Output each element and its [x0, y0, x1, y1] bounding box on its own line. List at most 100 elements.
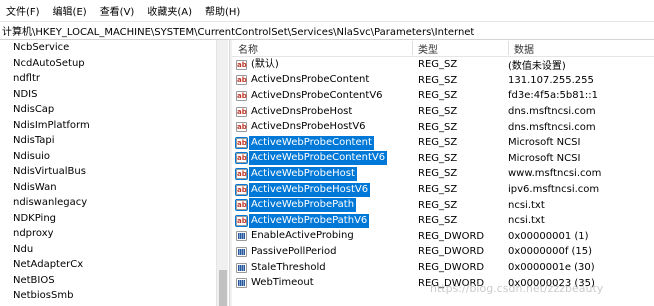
tree-item[interactable]: NdisCap — [0, 102, 216, 118]
value-type: REG_SZ — [418, 168, 458, 180]
value-name: ActiveDnsProbeContentV6 — [251, 89, 383, 101]
string-value-icon: ab — [235, 152, 248, 165]
value-data: dns.msftncsi.com — [508, 121, 596, 133]
menu-help[interactable]: 帮助(H) — [205, 3, 240, 18]
value-name-cell: ab (默认) — [232, 58, 412, 72]
value-type: REG_SZ — [418, 106, 458, 118]
value-type: REG_SZ — [418, 152, 458, 164]
string-value-icon: ab — [235, 214, 248, 227]
value-name-cell: ab ActiveDnsProbeHostV6 — [232, 120, 412, 134]
string-value-icon: ab — [235, 183, 248, 196]
value-name: ActiveWebProbeContentV6 — [249, 151, 388, 166]
value-type: REG_SZ — [418, 121, 458, 133]
tree-item[interactable]: ndproxy — [0, 226, 216, 242]
menu-view[interactable]: 查看(V) — [100, 3, 135, 18]
value-name-cell: ab ActiveDnsProbeContent — [232, 73, 412, 87]
key-tree-pane: NcbService NcdAutoSetup ndfltr NDIS NdisCap N… — [0, 40, 229, 306]
value-name-cell: PassivePollPeriod — [232, 245, 412, 259]
value-row[interactable]: StaleThreshold REG_DWORD 0x0000001e (30) — [232, 260, 654, 276]
address-bar[interactable]: 计算机\HKEY_LOCAL_MACHINE\SYSTEM\CurrentCon… — [0, 21, 654, 40]
column-divider[interactable] — [508, 41, 509, 55]
value-row[interactable]: ab ActiveDnsProbeContent REG_SZ 131.107.255… — [232, 73, 654, 89]
values-rows: ab (默认) REG_SZ (数值未设置) ab ActiveDnsProbeConte… — [232, 57, 654, 291]
string-value-icon: ab — [235, 167, 248, 180]
menu-edit[interactable]: 编辑(E) — [53, 3, 87, 18]
value-row[interactable]: ab ActiveDnsProbeHost REG_SZ dns.msftncsi.c… — [232, 104, 654, 120]
value-row[interactable]: PassivePollPeriod REG_DWORD 0x0000000f (15… — [232, 244, 654, 260]
value-name-cell: ab ActiveDnsProbeContentV6 — [232, 89, 412, 103]
value-row[interactable]: ab ActiveWebProbeHostV6 REG_SZ ipv6.msftncs… — [232, 182, 654, 198]
value-name: ActiveWebProbePathV6 — [249, 213, 370, 228]
tree-vertical-scrollbar[interactable] — [216, 40, 228, 306]
value-data: dns.msftncsi.com — [508, 106, 596, 118]
value-name: ActiveWebProbeHost — [249, 166, 357, 181]
tree-item[interactable]: ndfltr — [0, 71, 216, 87]
value-row[interactable]: ab ActiveDnsProbeHostV6 REG_SZ dns.msftncsi… — [232, 119, 654, 135]
column-header-name[interactable]: 名称 — [232, 41, 412, 56]
value-name: WebTimeout — [251, 277, 314, 289]
tree-item[interactable]: Ndu — [0, 242, 216, 258]
value-name-cell: WebTimeout — [232, 276, 412, 290]
value-type: REG_SZ — [418, 137, 458, 149]
tree-item[interactable]: ndiswanlegacy — [0, 195, 216, 211]
column-header-data[interactable]: 数据 — [514, 41, 654, 56]
value-name-cell: StaleThreshold — [232, 261, 412, 275]
tree-item[interactable]: NdisWan — [0, 180, 216, 196]
value-name: PassivePollPeriod — [251, 245, 337, 257]
value-name: EnableActiveProbing — [251, 230, 354, 242]
menu-file[interactable]: 文件(F) — [6, 3, 40, 18]
value-data: 131.107.255.255 — [508, 74, 594, 86]
value-data: (数值未设置) — [508, 61, 566, 73]
value-type: REG_DWORD — [418, 230, 485, 242]
value-name-cell: ab ActiveDnsProbeHost — [232, 105, 412, 119]
value-row[interactable]: ab (默认) REG_SZ (数值未设置) — [232, 57, 654, 73]
key-tree: NcbService NcdAutoSetup ndfltr NDIS NdisCap N… — [0, 40, 216, 306]
value-type: REG_SZ — [418, 59, 458, 71]
value-name: (默认) — [251, 58, 279, 70]
value-row[interactable]: ab ActiveWebProbePath REG_SZ ncsi.txt — [232, 197, 654, 213]
dword-value-icon — [236, 246, 247, 257]
tree-item[interactable]: NDKPing — [0, 211, 216, 227]
value-name-cell: ab ActiveWebProbeHost — [232, 166, 412, 181]
value-type: REG_SZ — [418, 90, 458, 102]
value-row[interactable]: ab ActiveDnsProbeContentV6 REG_SZ fd3e:4f5a… — [232, 88, 654, 104]
value-row[interactable]: ab ActiveWebProbePathV6 REG_SZ ncsi.txt — [232, 213, 654, 229]
value-type: REG_SZ — [418, 74, 458, 86]
string-value-icon: ab — [236, 59, 247, 70]
tree-item[interactable]: Ndisuio — [0, 149, 216, 165]
column-header-type[interactable]: 类型 — [418, 41, 508, 56]
tree-item[interactable]: NcdAutoSetup — [0, 56, 216, 72]
tree-item[interactable]: NdisImPlatform — [0, 118, 216, 134]
tree-item[interactable]: NdisTapi — [0, 133, 216, 149]
menu-bar: 文件(F) 编辑(E) 查看(V) 收藏夹(A) 帮助(H) — [0, 0, 654, 21]
value-row[interactable]: ab ActiveWebProbeHost REG_SZ www.msftncsi.c… — [232, 166, 654, 182]
value-data: fd3e:4f5a:5b81::1 — [508, 90, 599, 102]
string-value-icon: ab — [236, 75, 247, 86]
dword-value-icon — [236, 278, 247, 289]
value-name-cell: ab ActiveWebProbePath — [232, 198, 412, 213]
value-data: 0x0000000f (15) — [508, 246, 593, 258]
value-data: Microsoft NCSI — [508, 152, 581, 164]
string-value-icon: ab — [235, 136, 248, 149]
value-row[interactable]: ab ActiveWebProbeContentV6 REG_SZ Microsoft… — [232, 151, 654, 167]
value-row[interactable]: EnableActiveProbing REG_DWORD 0x00000001 (… — [232, 229, 654, 245]
values-list-pane: 名称 类型 数据 ab (默认) REG_SZ (数值未设置) ab ActiveDnsP… — [232, 40, 654, 306]
string-value-icon: ab — [236, 122, 247, 133]
value-name: ActiveDnsProbeContent — [251, 74, 370, 86]
menu-favorites[interactable]: 收藏夹(A) — [147, 3, 192, 18]
tree-item[interactable]: NdisVirtualBus — [0, 164, 216, 180]
tree-item[interactable]: NDIS — [0, 87, 216, 103]
tree-item[interactable]: NetbiosSmb — [0, 288, 216, 304]
tree-scrollbar-thumb[interactable] — [219, 270, 227, 306]
tree-item[interactable]: NetBIOS — [0, 273, 216, 289]
string-value-icon: ab — [236, 106, 247, 117]
value-data: 0x0000001e (30) — [508, 262, 595, 274]
value-data: ipv6.msftncsi.com — [508, 184, 600, 196]
value-name: ActiveWebProbeContent — [249, 135, 374, 150]
value-name-cell: ab ActiveWebProbeContent — [232, 135, 412, 150]
tree-item[interactable]: NcbService — [0, 40, 216, 56]
column-divider[interactable] — [412, 41, 413, 55]
string-value-icon: ab — [236, 90, 247, 101]
tree-item[interactable]: NetAdapterCx — [0, 257, 216, 273]
value-row[interactable]: ab ActiveWebProbeContent REG_SZ Microsoft N… — [232, 135, 654, 151]
